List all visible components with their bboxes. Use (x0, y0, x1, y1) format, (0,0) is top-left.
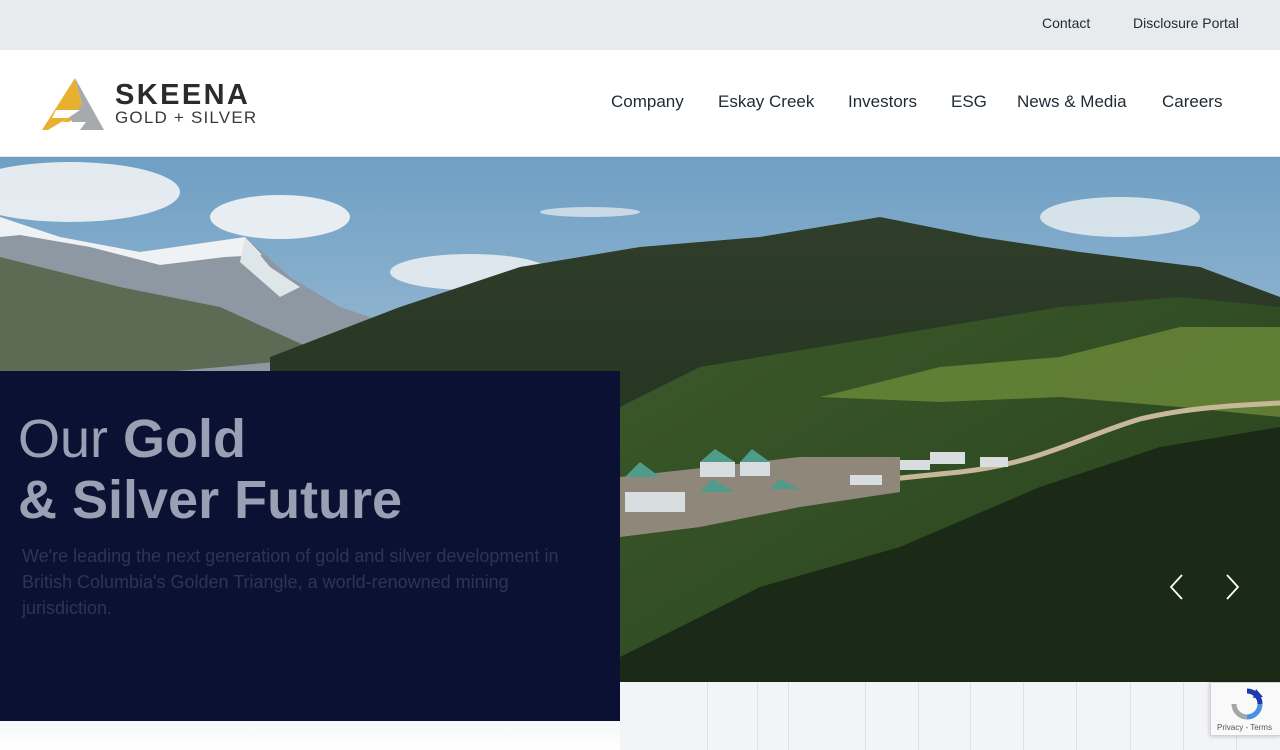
hero-title-gold: Gold (123, 409, 247, 469)
nav-investors[interactable]: Investors (848, 92, 917, 112)
divider (1130, 682, 1131, 750)
recaptcha-badge[interactable]: Privacy - Terms (1210, 682, 1280, 736)
nav-company[interactable]: Company (611, 92, 684, 112)
divider (1183, 682, 1184, 750)
divider (865, 682, 866, 750)
hero-description: We're leading the next generation of gol… (22, 546, 559, 618)
disclosure-portal-link[interactable]: Disclosure Portal (1133, 15, 1239, 31)
site-header: SKEENA GOLD + SILVER Company Eskay Creek… (0, 50, 1280, 157)
nav-esg[interactable]: ESG (951, 92, 987, 112)
nav-eskay-creek[interactable]: Eskay Creek (718, 92, 814, 112)
divider (970, 682, 971, 750)
main-nav: Company Eskay Creek Investors ESG News &… (0, 92, 1280, 116)
hero-title-light: Our (18, 409, 124, 469)
hero-panel: Our Gold & Silver Future We're leading t… (0, 371, 620, 721)
nav-careers[interactable]: Careers (1162, 92, 1222, 112)
utility-bar: Contact Disclosure Portal (0, 0, 1280, 50)
carousel-prev-button[interactable] (1165, 572, 1189, 602)
divider (707, 682, 708, 750)
chevron-left-icon (1169, 574, 1183, 600)
divider (788, 682, 789, 750)
page-bottom-strip (620, 682, 1280, 750)
contact-link[interactable]: Contact (1042, 15, 1090, 31)
chevron-right-icon (1226, 574, 1240, 600)
hero-title-silver-future: & Silver Future (18, 470, 403, 530)
hero-title: Our Gold & Silver Future (18, 409, 598, 531)
carousel-next-button[interactable] (1220, 572, 1244, 602)
divider (918, 682, 919, 750)
divider (1076, 682, 1077, 750)
recaptcha-icon (1231, 688, 1263, 720)
divider (757, 682, 758, 750)
recaptcha-privacy-terms[interactable]: Privacy - Terms (1217, 723, 1272, 732)
divider (1023, 682, 1024, 750)
nav-news-media[interactable]: News & Media (1017, 92, 1127, 112)
page-bottom-fade (0, 721, 620, 750)
